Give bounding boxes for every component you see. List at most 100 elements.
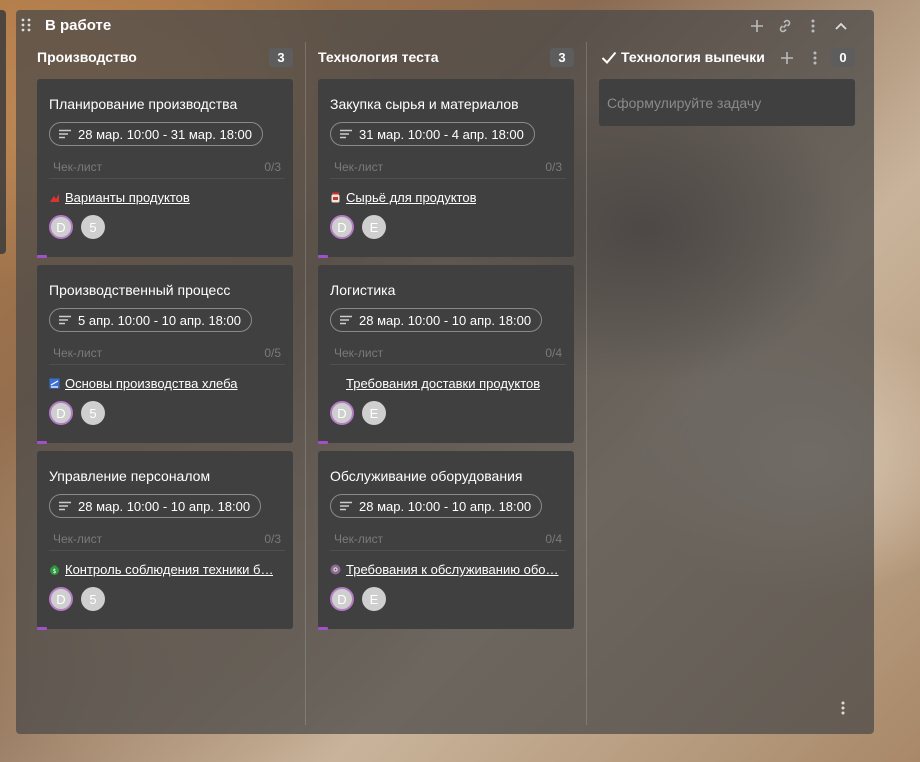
- more-vert-icon[interactable]: [806, 49, 824, 67]
- document-link[interactable]: Контроль соблюдения техники б…: [65, 562, 273, 577]
- avatar[interactable]: D: [330, 215, 354, 239]
- date-range-pill[interactable]: 5 апр. 10:00 - 10 апр. 18:00: [49, 308, 252, 332]
- card-divider: [49, 550, 285, 551]
- checklist-label[interactable]: Чек-лист: [334, 532, 383, 546]
- date-range-pill[interactable]: 28 мар. 10:00 - 10 апр. 18:00: [330, 308, 543, 332]
- card-title: Логистика: [330, 282, 396, 298]
- avatar[interactable]: E: [362, 215, 386, 239]
- date-range: 28 мар. 10:00 - 31 мар. 18:00: [78, 126, 253, 142]
- board-title: В работе: [45, 17, 112, 34]
- date-range-pill[interactable]: 28 мар. 10:00 - 31 мар. 18:00: [49, 122, 264, 146]
- more-vert-icon[interactable]: [836, 699, 850, 717]
- card-title: Планирование производства: [49, 96, 238, 112]
- task-card[interactable]: Закупка сырья и материалов 31 мар. 10:00…: [318, 79, 574, 258]
- avatar[interactable]: 5: [81, 215, 105, 239]
- checklist-count: 0/3: [545, 160, 562, 174]
- chart-icon: [50, 194, 59, 202]
- card-accent: [318, 441, 328, 444]
- card-divider: [49, 178, 285, 179]
- document-icon: [49, 378, 60, 389]
- lines-icon: [59, 501, 71, 511]
- checklist-count: 0/5: [264, 346, 281, 360]
- more-vert-icon[interactable]: [804, 17, 822, 35]
- column-title-production[interactable]: Производство: [37, 49, 137, 65]
- date-range: 28 мар. 10:00 - 10 апр. 18:00: [78, 498, 251, 514]
- card-accent: [37, 627, 47, 630]
- avatar[interactable]: E: [362, 401, 386, 425]
- date-range: 5 апр. 10:00 - 10 апр. 18:00: [78, 312, 241, 328]
- task-card[interactable]: Управление персоналом 28 мар. 10:00 - 10…: [37, 451, 293, 630]
- checklist-label[interactable]: Чек-лист: [334, 160, 383, 174]
- gear-face-icon: [330, 564, 341, 575]
- linked-document[interactable]: Сырьё для продуктов: [330, 190, 568, 205]
- avatar[interactable]: D: [330, 587, 354, 611]
- card-accent: [318, 627, 328, 630]
- avatar[interactable]: D: [49, 215, 73, 239]
- link-icon[interactable]: [776, 17, 794, 35]
- avatar[interactable]: D: [49, 401, 73, 425]
- money-bag-icon: $: [50, 565, 59, 575]
- date-range-pill[interactable]: 28 мар. 10:00 - 10 апр. 18:00: [330, 494, 543, 518]
- plus-icon[interactable]: [778, 49, 796, 67]
- date-range-pill[interactable]: 31 мар. 10:00 - 4 апр. 18:00: [330, 122, 535, 146]
- task-card[interactable]: Логистика 28 мар. 10:00 - 10 апр. 18:00 …: [318, 265, 574, 444]
- blank-icon: [330, 378, 341, 389]
- linked-document[interactable]: Варианты продуктов: [49, 190, 287, 205]
- checklist-count: 0/4: [545, 532, 562, 546]
- document-link[interactable]: Требования доставки продуктов: [346, 376, 540, 391]
- drag-handle-icon[interactable]: [21, 18, 31, 32]
- column-title-baking-technology[interactable]: Технология выпечки: [621, 49, 765, 65]
- date-range-pill[interactable]: 28 мар. 10:00 - 10 апр. 18:00: [49, 494, 262, 518]
- checklist-label[interactable]: Чек-лист: [53, 346, 102, 360]
- linked-document[interactable]: $ Контроль соблюдения техники б…: [49, 562, 287, 577]
- task-card[interactable]: Обслуживание оборудования 28 мар. 10:00 …: [318, 451, 574, 630]
- lines-icon: [59, 315, 71, 325]
- card-title: Производственный процесс: [49, 282, 231, 298]
- avatar[interactable]: 5: [81, 587, 105, 611]
- checklist-label[interactable]: Чек-лист: [334, 346, 383, 360]
- assignees: D E: [330, 215, 394, 239]
- assignees: D 5: [49, 587, 113, 611]
- column-count-badge: 0: [831, 48, 855, 67]
- document-link[interactable]: Требования к обслуживанию обо…: [346, 562, 559, 577]
- card-title: Управление персоналом: [49, 468, 211, 484]
- card-title: Закупка сырья и материалов: [330, 96, 519, 112]
- avatar[interactable]: D: [49, 587, 73, 611]
- new-task-input[interactable]: Сформулируйте задачу: [599, 79, 855, 126]
- task-card[interactable]: Производственный процесс 5 апр. 10:00 - …: [37, 265, 293, 444]
- board-header: В работе: [16, 10, 874, 42]
- lines-icon: [340, 501, 352, 511]
- lines-icon: [340, 315, 352, 325]
- assignees: D 5: [49, 215, 113, 239]
- checklist-count: 0/3: [264, 532, 281, 546]
- avatar[interactable]: 5: [81, 401, 105, 425]
- checklist-label[interactable]: Чек-лист: [53, 160, 102, 174]
- checklist-count: 0/3: [264, 160, 281, 174]
- card-divider: [330, 550, 566, 551]
- card-divider: [49, 364, 285, 365]
- checklist-label[interactable]: Чек-лист: [53, 532, 102, 546]
- linked-document[interactable]: Требования доставки продуктов: [330, 376, 568, 391]
- linked-document[interactable]: Требования к обслуживанию обо…: [330, 562, 568, 577]
- plus-icon[interactable]: [748, 17, 766, 35]
- linked-document[interactable]: Основы производства хлеба: [49, 376, 287, 391]
- previous-board-edge: [0, 10, 6, 254]
- assignees: D E: [330, 401, 394, 425]
- avatar[interactable]: D: [330, 401, 354, 425]
- document-link[interactable]: Основы производства хлеба: [65, 376, 238, 391]
- card-accent: [318, 255, 328, 258]
- avatar[interactable]: E: [362, 587, 386, 611]
- column-separator: [586, 42, 587, 725]
- column-title-dough-technology[interactable]: Технология теста: [318, 49, 439, 65]
- chevron-up-icon[interactable]: [832, 17, 850, 35]
- jar-icon: [331, 192, 340, 203]
- date-range: 28 мар. 10:00 - 10 апр. 18:00: [359, 498, 532, 514]
- card-accent: [37, 441, 47, 444]
- task-card[interactable]: Планирование производства 28 мар. 10:00 …: [37, 79, 293, 258]
- document-link[interactable]: Сырьё для продуктов: [346, 190, 476, 205]
- date-range: 28 мар. 10:00 - 10 апр. 18:00: [359, 312, 532, 328]
- document-link[interactable]: Варианты продуктов: [65, 190, 190, 205]
- lines-icon: [59, 129, 71, 139]
- board-panel: В работе Производство 3 Технология теста…: [16, 10, 874, 734]
- card-divider: [330, 364, 566, 365]
